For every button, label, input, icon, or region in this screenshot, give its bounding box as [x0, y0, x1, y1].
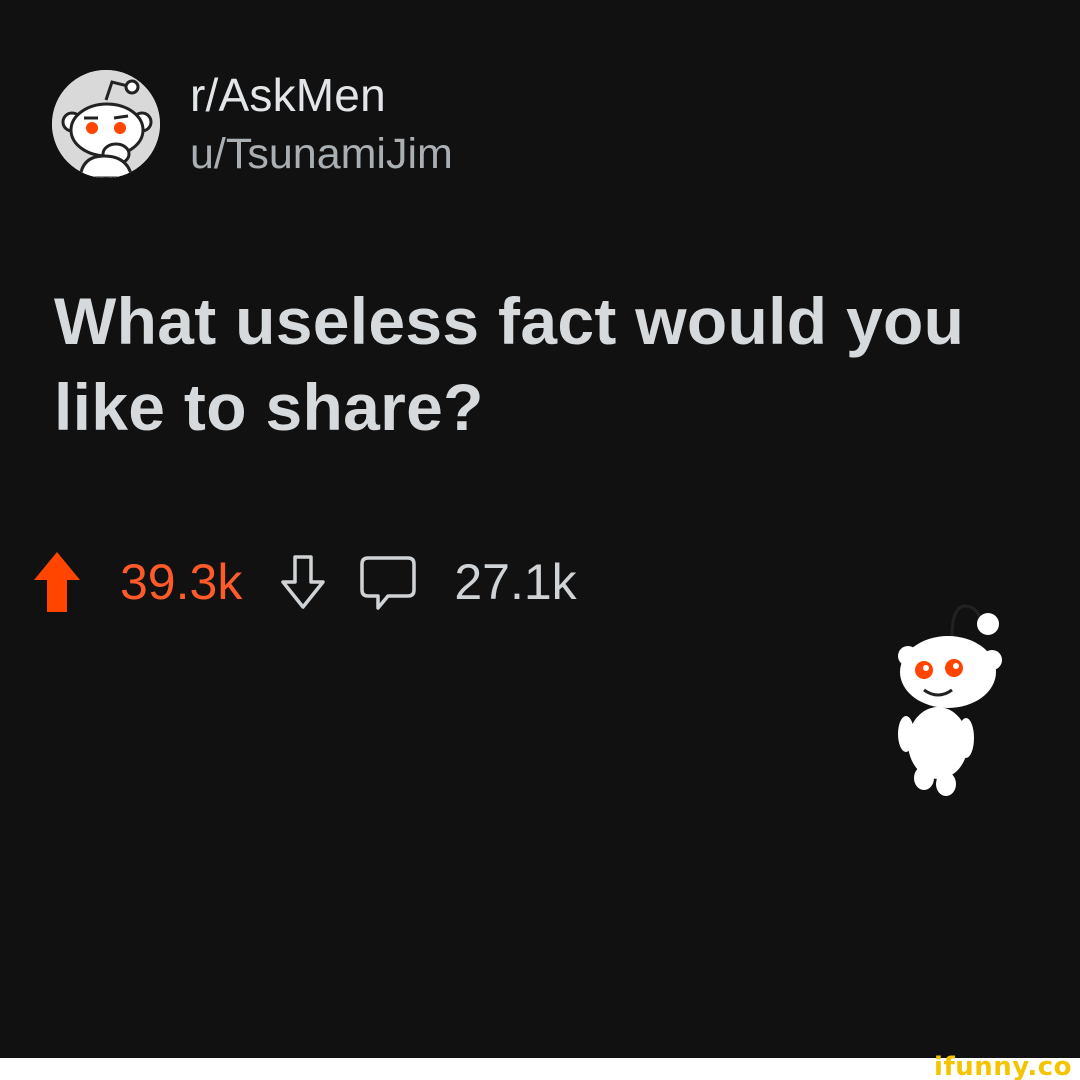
snoo-avatar-icon	[52, 69, 160, 178]
post-stats-bar: 39.3k 27.1k	[30, 548, 577, 616]
arrow-up-icon[interactable]	[32, 550, 82, 614]
arrow-down-icon[interactable]	[280, 554, 326, 610]
comment-bubble-icon[interactable]	[358, 552, 418, 612]
post-title[interactable]: What useless fact would you like to shar…	[54, 278, 1014, 450]
post-meta: r/AskMen u/TsunamiJim	[190, 69, 453, 179]
upvote-count: 39.3k	[120, 554, 243, 610]
watermark-bar	[0, 1058, 1080, 1080]
comment-count: 27.1k	[454, 554, 577, 610]
subreddit-avatar[interactable]	[52, 69, 160, 178]
subreddit-name[interactable]: r/AskMen	[190, 69, 453, 121]
post-header: r/AskMen u/TsunamiJim	[52, 66, 453, 181]
ifunny-watermark: ifunny.co	[934, 1052, 1072, 1080]
reddit-post-card: r/AskMen u/TsunamiJim What useless fact …	[0, 0, 1080, 1080]
author-username[interactable]: u/TsunamiJim	[190, 129, 453, 179]
snoo-mascot-icon	[898, 604, 1002, 796]
